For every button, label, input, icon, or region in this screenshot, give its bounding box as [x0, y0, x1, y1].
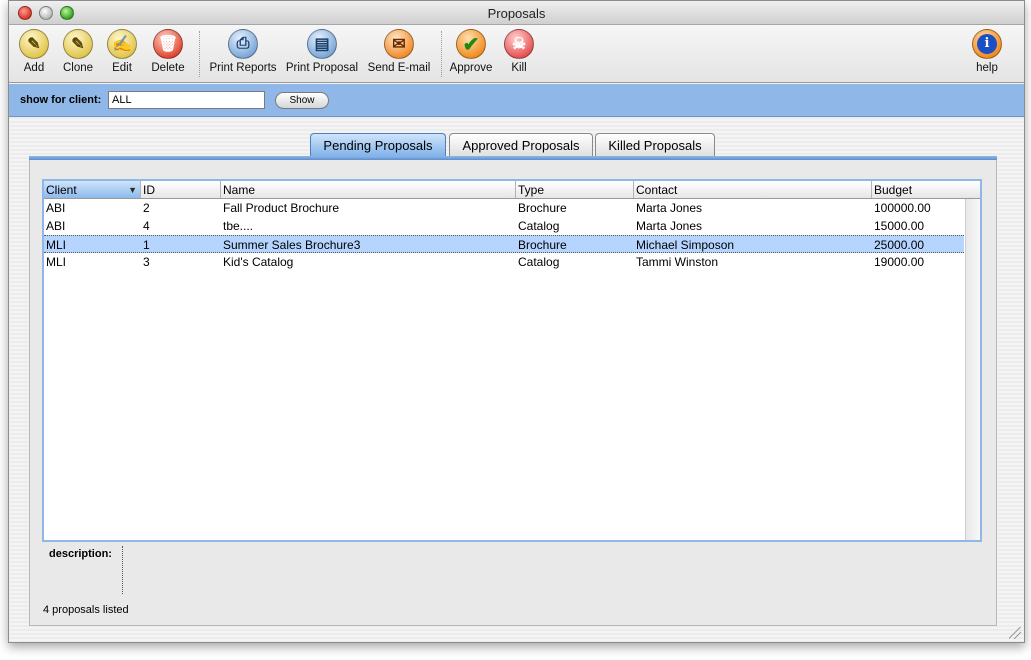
document-icon: ▤: [307, 29, 337, 59]
table-vertical-scrollbar[interactable]: [965, 199, 980, 540]
cell-contact: Michael Simposon: [636, 238, 735, 252]
print-proposal-label: Print Proposal: [285, 62, 359, 74]
printer-icon: ⎙: [228, 29, 258, 59]
title-bar[interactable]: Proposals: [9, 1, 1024, 25]
column-header-name[interactable]: Name: [221, 181, 516, 198]
cell-type: Catalog: [518, 219, 560, 233]
cell-contact: Tammi Winston: [636, 255, 719, 269]
cell-id: 1: [143, 238, 150, 252]
info-glyph: i: [977, 34, 997, 54]
window-title: Proposals: [487, 6, 546, 21]
column-header-client[interactable]: Client ▼: [44, 181, 141, 198]
send-email-button[interactable]: ✉ Send E-mail: [365, 29, 433, 74]
client-filter-bar: show for client: Show: [9, 84, 1024, 117]
delete-label: Delete: [151, 62, 185, 74]
table-row[interactable]: ABI 4 tbe.... Catalog Marta Jones 15000.…: [44, 217, 964, 235]
cell-id: 3: [143, 255, 150, 269]
cell-client: ABI: [46, 219, 66, 233]
cell-type: Brochure: [518, 201, 567, 215]
send-email-label: Send E-mail: [367, 62, 431, 74]
client-filter-label: show for client:: [20, 94, 102, 106]
cell-id: 2: [143, 201, 150, 215]
proposals-table: Client ▼ ID Name Type Contact Budget ABI…: [42, 179, 982, 542]
column-header-client-label: Client: [46, 183, 77, 197]
clone-button[interactable]: ✎ Clone: [59, 29, 97, 74]
cell-budget: 19000.00: [874, 255, 925, 269]
clone-pencil-icon: ✎: [63, 29, 93, 59]
resize-grip[interactable]: [1009, 627, 1021, 639]
help-button[interactable]: i help: [969, 29, 1005, 74]
cell-client: MLI: [46, 238, 67, 252]
description-label: description:: [49, 548, 112, 560]
skull-crossbones-icon: ☠: [504, 29, 534, 59]
help-label: help: [976, 62, 998, 74]
cell-name: Summer Sales Brochure3: [223, 238, 361, 252]
show-button[interactable]: Show: [275, 92, 329, 109]
add-label: Add: [23, 62, 45, 74]
cell-budget: 25000.00: [874, 238, 925, 252]
cell-name: Fall Product Brochure: [223, 201, 340, 215]
cell-budget: 100000.00: [874, 201, 931, 215]
sort-descending-icon: ▼: [128, 185, 137, 195]
cell-type: Catalog: [518, 255, 560, 269]
print-reports-button[interactable]: ⎙ Print Reports: [207, 29, 279, 74]
trash-icon: 🗑: [153, 29, 183, 59]
tab-killed-proposals[interactable]: Killed Proposals: [595, 133, 715, 157]
column-header-type[interactable]: Type: [516, 181, 634, 198]
send-email-icon: ✉: [384, 29, 414, 59]
proposals-window: Proposals ✎ Add ✎ Clone ✍ Edit 🗑 Delete …: [8, 0, 1025, 643]
tab-pending-proposals[interactable]: Pending Proposals: [310, 133, 446, 157]
cell-id: 4: [143, 219, 150, 233]
client-filter-input[interactable]: [108, 91, 265, 109]
clone-label: Clone: [62, 62, 94, 74]
cell-name: tbe....: [223, 219, 254, 233]
kill-label: Kill: [511, 62, 527, 74]
table-row[interactable]: ABI 2 Fall Product Brochure Brochure Mar…: [44, 199, 964, 217]
column-header-id[interactable]: ID: [141, 181, 221, 198]
cell-budget: 15000.00: [874, 219, 925, 233]
delete-button[interactable]: 🗑 Delete: [147, 29, 189, 74]
cell-contact: Marta Jones: [636, 219, 703, 233]
edit-label: Edit: [112, 62, 132, 74]
description-field[interactable]: [122, 546, 982, 594]
print-reports-label: Print Reports: [209, 62, 277, 74]
edit-hand-icon: ✍: [107, 29, 137, 59]
checkmark-icon: ✔: [456, 29, 486, 59]
info-icon: i: [972, 29, 1002, 59]
toolbar-separator: [199, 31, 200, 77]
table-row[interactable]: MLI 3 Kid's Catalog Catalog Tammi Winsto…: [44, 253, 964, 271]
cell-client: ABI: [46, 201, 66, 215]
cell-contact: Marta Jones: [636, 201, 703, 215]
toolbar: ✎ Add ✎ Clone ✍ Edit 🗑 Delete ⎙ Print Re…: [9, 25, 1024, 83]
add-button[interactable]: ✎ Add: [17, 29, 51, 74]
cell-type: Brochure: [518, 238, 567, 252]
toolbar-separator: [441, 31, 442, 77]
edit-button[interactable]: ✍ Edit: [105, 29, 139, 74]
table-header: Client ▼ ID Name Type Contact Budget: [44, 181, 980, 199]
cell-name: Kid's Catalog: [223, 255, 294, 269]
pencil-icon: ✎: [19, 29, 49, 59]
table-body: ABI 2 Fall Product Brochure Brochure Mar…: [44, 199, 964, 271]
column-header-contact[interactable]: Contact: [634, 181, 872, 198]
approve-label: Approve: [449, 62, 493, 74]
kill-button[interactable]: ☠ Kill: [501, 29, 537, 74]
column-header-budget[interactable]: Budget: [872, 181, 980, 198]
tab-approved-proposals[interactable]: Approved Proposals: [449, 133, 593, 157]
table-row-selected[interactable]: MLI 1 Summer Sales Brochure3 Brochure Mi…: [44, 235, 964, 253]
cell-client: MLI: [46, 255, 67, 269]
print-proposal-button[interactable]: ▤ Print Proposal: [283, 29, 361, 74]
approve-button[interactable]: ✔ Approve: [447, 29, 495, 74]
status-text: 4 proposals listed: [43, 604, 129, 616]
